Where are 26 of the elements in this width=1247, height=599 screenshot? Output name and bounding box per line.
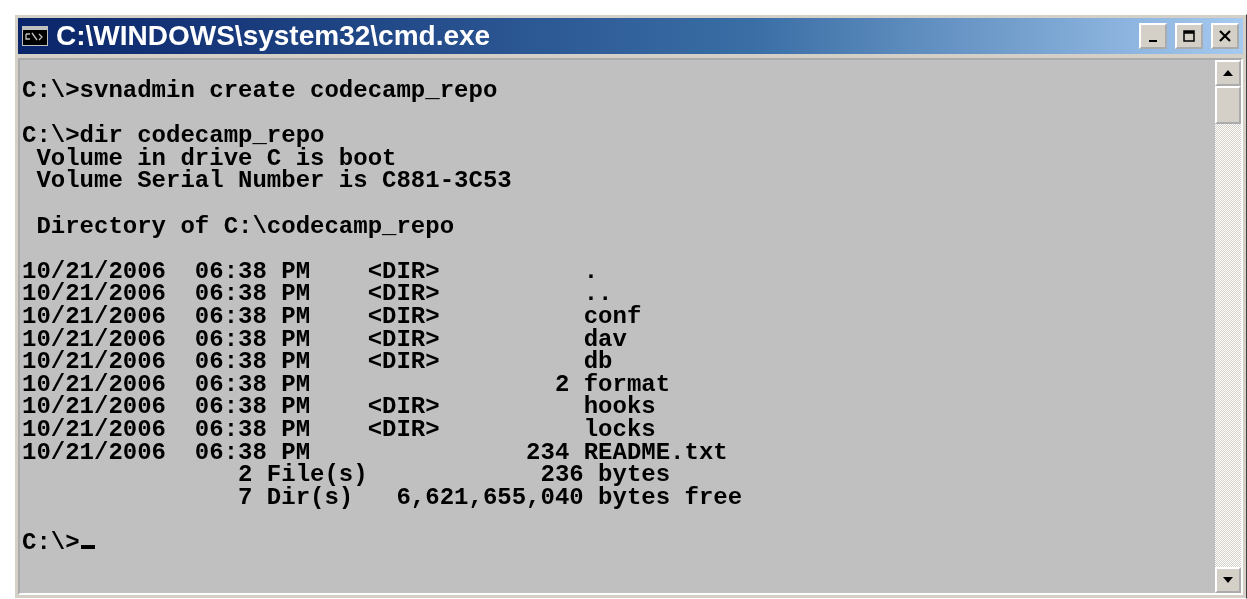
- minimize-icon: [1149, 40, 1157, 42]
- scroll-up-button[interactable]: [1215, 60, 1241, 86]
- window-title: C:\WINDOWS\system32\cmd.exe: [56, 20, 492, 52]
- console-line: 10/21/2006 06:38 PM <DIR> hooks: [22, 396, 656, 419]
- console-line: C:\>svnadmin create codecamp_repo: [22, 80, 498, 103]
- scroll-thumb[interactable]: [1215, 86, 1241, 124]
- console-line: C:\>dir codecamp_repo: [22, 125, 325, 148]
- console-line: Directory of C:\codecamp_repo: [35, 215, 455, 239]
- console-line: 7 Dir(s) 6,621,655,040 bytes free: [237, 486, 743, 510]
- close-icon: [1219, 30, 1231, 42]
- console-line: Volume Serial Number is C881-3C53: [35, 170, 512, 193]
- vertical-scrollbar[interactable]: [1215, 60, 1241, 593]
- close-button[interactable]: [1211, 23, 1239, 49]
- console-line: C:\>: [22, 531, 80, 555]
- minimize-button[interactable]: [1139, 23, 1167, 49]
- maximize-icon: [1183, 30, 1195, 42]
- up-arrow-icon: [1223, 70, 1233, 76]
- console-line: 10/21/2006 06:38 PM <DIR> locks: [22, 418, 656, 442]
- maximize-button[interactable]: [1175, 23, 1203, 49]
- down-arrow-icon: [1223, 577, 1233, 583]
- console-line: 10/21/2006 06:38 PM <DIR> db: [22, 351, 613, 374]
- console-line: 2 File(s) 236 bytes: [237, 464, 671, 487]
- console-icon: [22, 26, 48, 46]
- console-line: 10/21/2006 06:38 PM <DIR> conf: [22, 305, 642, 329]
- scroll-down-button[interactable]: [1215, 567, 1241, 593]
- console-line: 10/21/2006 06:38 PM <DIR> ..: [22, 283, 613, 306]
